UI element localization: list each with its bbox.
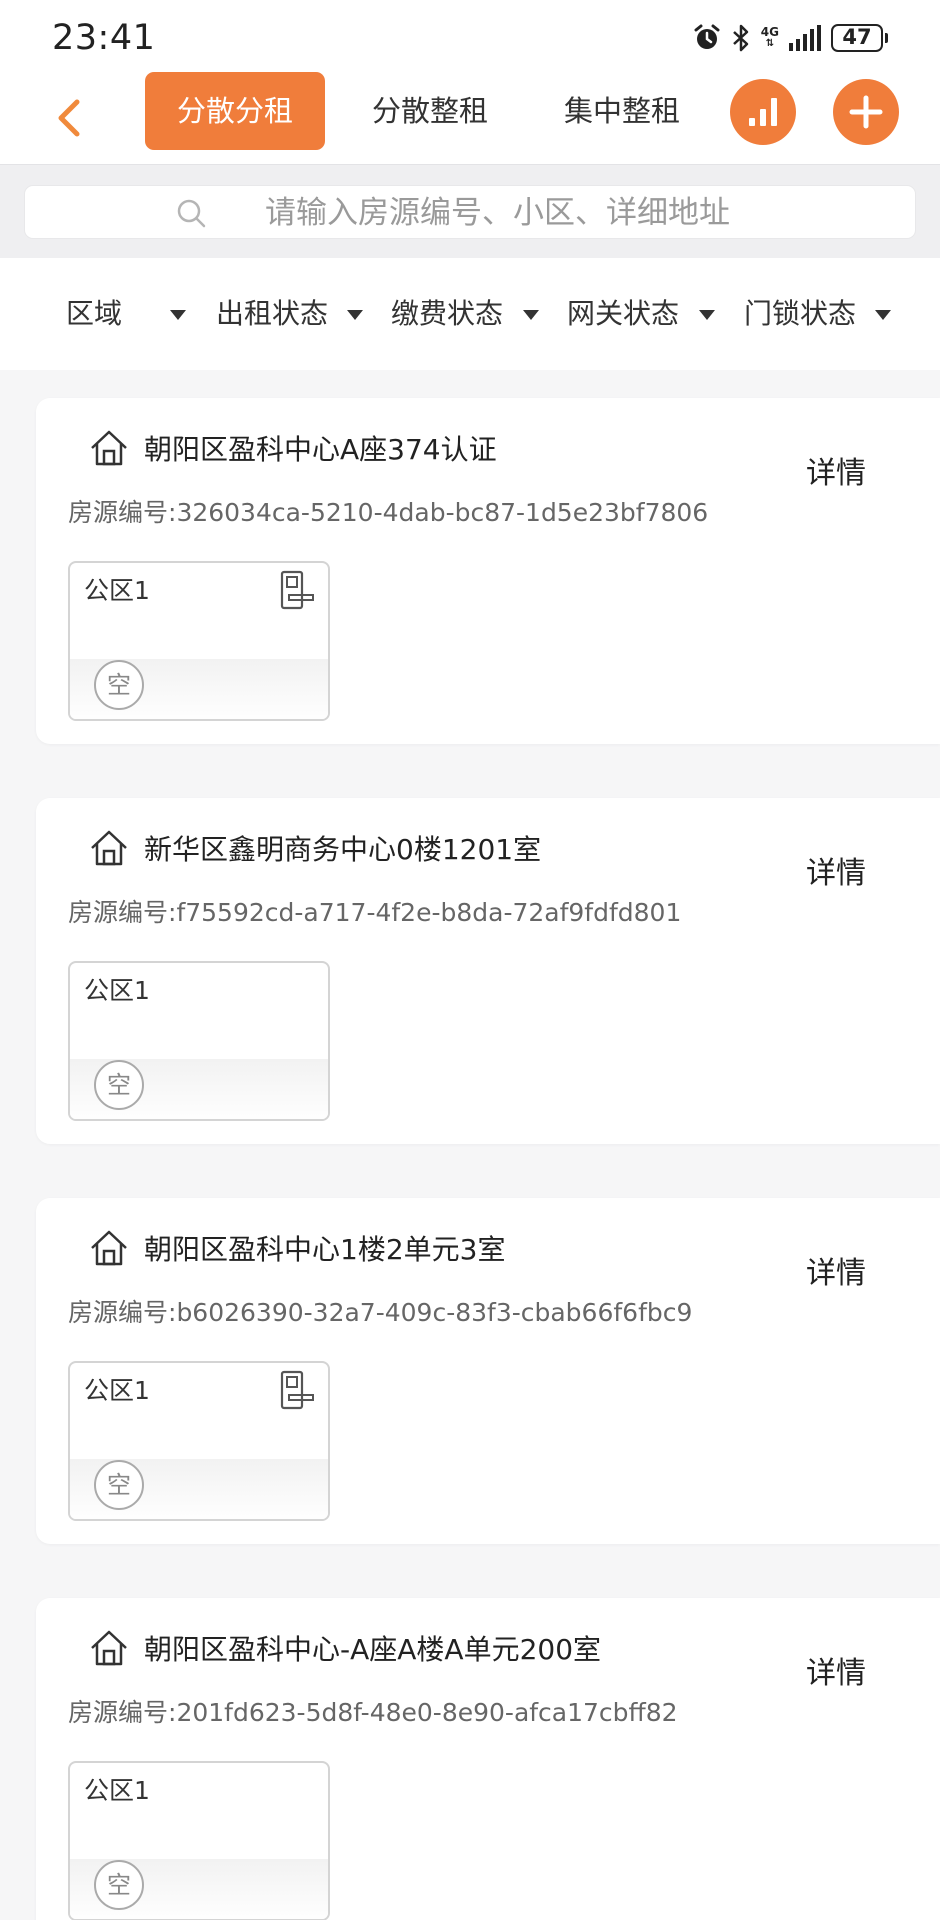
room-name: 公区1	[84, 976, 150, 1005]
property-code: 326034ca-5210-4dab-bc87-1d5e23bf7806	[176, 498, 709, 527]
status-bar: 23:41 4G ⇅ 47	[0, 0, 940, 72]
property-card[interactable]: 新华区鑫明商务中心0楼1201室 详情 房源编号:f75592cd-a717-4…	[36, 798, 940, 1144]
property-code-label: 房源编号:	[68, 498, 177, 527]
room-name: 公区1	[84, 576, 150, 605]
property-code-label: 房源编号:	[68, 1298, 177, 1327]
network-type-label: 4G ⇅	[761, 26, 779, 50]
card-title-row: 朝阳区盈科中心-A座A楼A单元200室	[88, 1626, 601, 1670]
room-status-badge: 空	[94, 660, 144, 710]
house-icon	[91, 430, 127, 466]
filter-payment-status[interactable]: 缴费状态	[391, 296, 503, 332]
property-code-row: 房源编号:f75592cd-a717-4f2e-b8da-72af9fdfd80…	[68, 893, 681, 929]
plus-icon	[849, 95, 883, 129]
door-lock-icon	[280, 570, 314, 610]
bar-chart-icon	[749, 98, 777, 126]
data-arrows-icon: ⇅	[765, 38, 775, 49]
chevron-left-icon	[58, 99, 80, 137]
property-code-row: 房源编号:326034ca-5210-4dab-bc87-1d5e23bf780…	[68, 493, 708, 529]
battery-level: 47	[831, 24, 883, 52]
chevron-down-icon	[170, 310, 186, 320]
room-tile[interactable]: 公区1 空	[68, 1761, 330, 1920]
app-screen: 23:41 4G ⇅ 47 分散分租 分散整租 集中整租 请输入房源编号、小区、…	[0, 0, 940, 1920]
details-link[interactable]: 详情	[806, 1648, 866, 1692]
chevron-down-icon	[523, 310, 539, 320]
chevron-down-icon	[875, 310, 891, 320]
filter-rental-status[interactable]: 出租状态	[216, 296, 328, 332]
property-title: 新华区鑫明商务中心0楼1201室	[144, 833, 542, 866]
room-status-badge: 空	[94, 1460, 144, 1510]
room-name: 公区1	[84, 1376, 150, 1405]
door-lock-icon	[280, 1370, 314, 1410]
property-code-label: 房源编号:	[68, 1698, 177, 1727]
tab-scattered-shared[interactable]: 分散分租	[145, 72, 325, 150]
search-input[interactable]: 请输入房源编号、小区、详细地址	[265, 186, 730, 240]
filter-gateway-status[interactable]: 网关状态	[567, 296, 679, 332]
property-code: f75592cd-a717-4f2e-b8da-72af9fdfd801	[176, 898, 682, 927]
alarm-icon	[694, 24, 720, 49]
room-tile[interactable]: 公区1 空	[68, 561, 330, 721]
house-icon	[91, 1630, 127, 1666]
signal-icon	[789, 25, 821, 51]
add-property-button[interactable]	[833, 79, 899, 145]
search-icon	[177, 199, 206, 228]
battery-icon: 47	[831, 24, 888, 52]
filter-bar: 区域 出租状态 缴费状态 网关状态 门锁状态	[0, 258, 940, 370]
property-card[interactable]: 朝阳区盈科中心-A座A楼A单元200室 详情 房源编号:201fd623-5d8…	[36, 1598, 940, 1920]
bluetooth-icon	[732, 24, 749, 52]
tab-centralized-whole[interactable]: 集中整租	[532, 72, 712, 150]
details-link[interactable]: 详情	[806, 1248, 866, 1292]
property-code: b6026390-32a7-409c-83f3-cbab66f6fbc9	[176, 1298, 693, 1327]
property-card[interactable]: 朝阳区盈科中心A座374认证 详情 房源编号:326034ca-5210-4da…	[36, 398, 940, 744]
room-tile[interactable]: 公区1 空	[68, 961, 330, 1121]
property-title: 朝阳区盈科中心A座374认证	[144, 433, 497, 466]
search-area: 请输入房源编号、小区、详细地址	[0, 164, 940, 258]
room-name: 公区1	[84, 1776, 150, 1805]
property-code: 201fd623-5d8f-48e0-8e90-afca17cbff82	[176, 1698, 678, 1727]
room-status-badge: 空	[94, 1860, 144, 1910]
header: 分散分租 分散整租 集中整租	[0, 72, 940, 164]
room-tile[interactable]: 公区1 空	[68, 1361, 330, 1521]
property-code-row: 房源编号:b6026390-32a7-409c-83f3-cbab66f6fbc…	[68, 1293, 692, 1329]
details-link[interactable]: 详情	[806, 848, 866, 892]
status-time: 23:41	[52, 18, 156, 58]
property-code-row: 房源编号:201fd623-5d8f-48e0-8e90-afca17cbff8…	[68, 1693, 678, 1729]
stats-button[interactable]	[730, 79, 796, 145]
card-title-row: 朝阳区盈科中心1楼2单元3室	[88, 1226, 505, 1270]
details-link[interactable]: 详情	[806, 448, 866, 492]
network-type-text: 4G	[760, 25, 779, 39]
chevron-down-icon	[699, 310, 715, 320]
property-card[interactable]: 朝阳区盈科中心1楼2单元3室 详情 房源编号:b6026390-32a7-409…	[36, 1198, 940, 1544]
room-status-badge: 空	[94, 1060, 144, 1110]
battery-tip	[885, 33, 888, 43]
status-icons: 4G ⇅ 47	[693, 22, 888, 54]
property-code-label: 房源编号:	[68, 898, 177, 927]
house-icon	[91, 1230, 127, 1266]
card-title-row: 朝阳区盈科中心A座374认证	[88, 426, 497, 470]
filter-lock-status[interactable]: 门锁状态	[744, 296, 856, 332]
tab-scattered-whole[interactable]: 分散整租	[340, 72, 520, 150]
back-button[interactable]	[44, 88, 92, 148]
house-icon	[91, 830, 127, 866]
card-title-row: 新华区鑫明商务中心0楼1201室	[88, 826, 541, 870]
chevron-down-icon	[347, 310, 363, 320]
property-title: 朝阳区盈科中心-A座A楼A单元200室	[144, 1633, 602, 1666]
property-title: 朝阳区盈科中心1楼2单元3室	[144, 1233, 506, 1266]
search-box[interactable]: 请输入房源编号、小区、详细地址	[24, 185, 916, 239]
filter-region[interactable]: 区域	[66, 296, 122, 332]
